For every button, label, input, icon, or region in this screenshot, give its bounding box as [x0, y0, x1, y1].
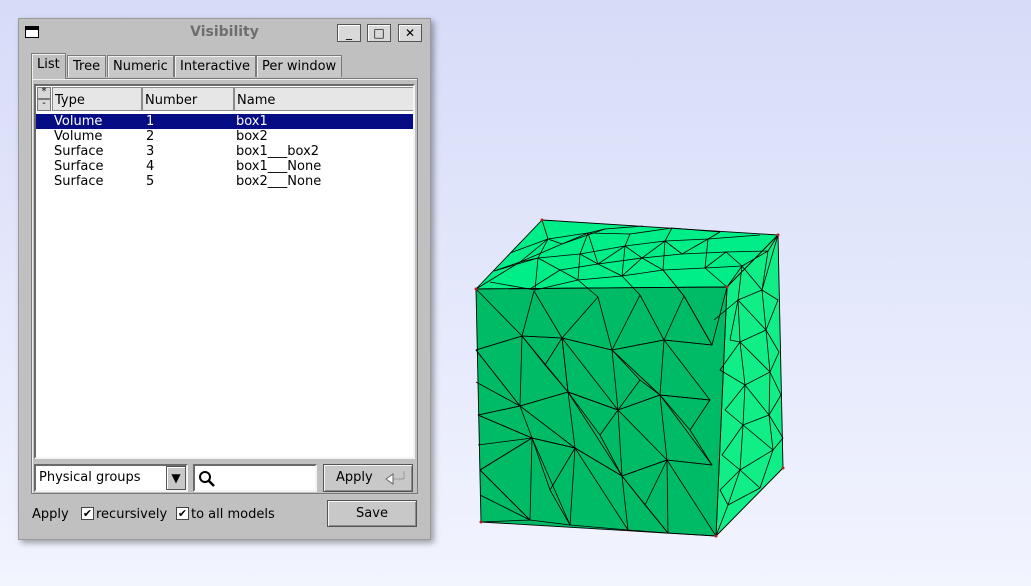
select-toggle: * - — [37, 87, 51, 111]
cell-type: Volume — [54, 114, 103, 129]
list-item[interactable]: Volume 1 box1 — [36, 114, 413, 129]
all-models-label: to all models — [191, 507, 275, 522]
list-item[interactable]: Surface 3 box1___box2 — [36, 144, 413, 159]
recursively-checkbox[interactable]: ✔ — [81, 507, 94, 520]
cell-type: Surface — [54, 159, 104, 174]
cell-number: 1 — [146, 114, 155, 129]
column-header-type[interactable]: Type — [52, 87, 142, 111]
cell-type: Surface — [54, 174, 104, 189]
title-bar[interactable]: Visibility _ □ ✕ — [19, 19, 430, 47]
checkmark-icon: ✔ — [82, 507, 93, 520]
close-button[interactable]: ✕ — [398, 24, 422, 42]
list-item[interactable]: Volume 2 box2 — [36, 129, 413, 144]
minimize-button[interactable]: _ — [337, 24, 361, 42]
tab-list[interactable]: List — [31, 53, 66, 79]
cell-number: 3 — [146, 144, 155, 159]
mode-select[interactable]: Physical groups ▼ — [34, 464, 188, 492]
cell-name: box2___None — [236, 174, 322, 189]
mesh-front-face — [475, 286, 728, 537]
tab-per-window[interactable]: Per window — [256, 55, 343, 77]
visibility-window: Visibility _ □ ✕ List Tree Numeric Inter… — [18, 18, 431, 540]
tab-tree[interactable]: Tree — [67, 55, 107, 77]
tab-numeric[interactable]: Numeric — [107, 55, 174, 77]
entity-list[interactable]: * - Type Number Name Volume 1 box1 Volume 2 b… — [34, 84, 415, 459]
triangle-down-icon[interactable]: ▼ — [166, 466, 186, 490]
select-none-button[interactable]: - — [37, 99, 51, 111]
mesh-cube — [474, 218, 785, 538]
list-item[interactable]: Surface 4 box1___None — [36, 159, 413, 174]
magnifier-icon — [199, 471, 215, 487]
column-header-name[interactable]: Name — [234, 87, 413, 111]
filter-row: Physical groups ▼ Apply — [34, 464, 415, 492]
return-arrow-icon — [385, 471, 405, 485]
apply-filter-label: Apply — [336, 470, 373, 485]
maximize-button[interactable]: □ — [367, 24, 391, 42]
cell-name: box1___None — [236, 159, 322, 174]
cell-number: 2 — [146, 129, 155, 144]
all-models-checkbox[interactable]: ✔ — [176, 507, 189, 520]
cell-type: Surface — [54, 144, 104, 159]
list-item[interactable]: Surface 5 box2___None — [36, 174, 413, 189]
search-input[interactable] — [193, 464, 317, 492]
tab-interactive[interactable]: Interactive — [174, 55, 257, 77]
cell-number: 5 — [146, 174, 155, 189]
apply-filter-button[interactable]: Apply — [323, 464, 413, 492]
mode-select-value: Physical groups — [39, 470, 141, 485]
cell-name: box2 — [236, 129, 268, 144]
cell-number: 4 — [146, 159, 155, 174]
cell-name: box1 — [236, 114, 268, 129]
cell-type: Volume — [54, 129, 103, 144]
checkmark-icon: ✔ — [177, 507, 188, 520]
mesh-viewport[interactable] — [460, 210, 800, 550]
save-button[interactable]: Save — [327, 500, 417, 527]
column-header-number[interactable]: Number — [142, 87, 234, 111]
recursively-label: recursively — [96, 507, 168, 522]
cell-name: box1___box2 — [236, 144, 320, 159]
apply-label: Apply — [32, 507, 69, 522]
